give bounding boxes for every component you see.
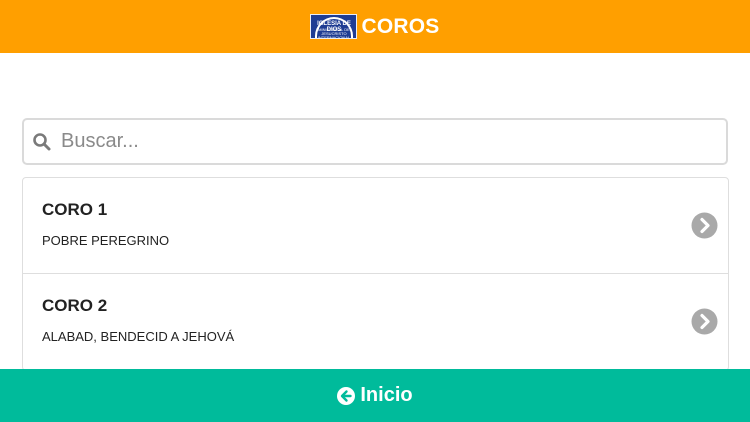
page-title: COROS bbox=[361, 14, 440, 38]
list-item-coro-2[interactable]: CORO 2 ALABAD, BENDECID A JEHOVÁ bbox=[23, 274, 728, 370]
chevron-right-circle-icon[interactable] bbox=[691, 308, 718, 335]
item-subtitle: ALABAD, BENDECID A JEHOVÁ bbox=[42, 329, 235, 344]
search-icon bbox=[33, 132, 51, 150]
home-button-label: Inicio bbox=[360, 384, 413, 406]
item-title: CORO 1 bbox=[42, 200, 108, 219]
app-header: IGLESIA DE DIOS MINISTERIAL DE JESUCRIST… bbox=[0, 0, 750, 53]
home-button[interactable]: Inicio bbox=[0, 369, 750, 422]
church-logo: IGLESIA DE DIOS MINISTERIAL DE JESUCRIST… bbox=[310, 14, 358, 39]
search-input[interactable] bbox=[61, 130, 701, 153]
item-subtitle: POBRE PEREGRINO bbox=[42, 233, 170, 248]
search-bar[interactable] bbox=[22, 118, 728, 165]
list-item-coro-1[interactable]: CORO 1 POBRE PEREGRINO bbox=[23, 178, 728, 274]
arrow-left-circle-icon bbox=[337, 386, 356, 405]
coros-list: CORO 1 POBRE PEREGRINO CORO 2 ALABAD, BE… bbox=[22, 177, 729, 371]
logo-line2: MINISTERIAL DE JESUCRISTO INTERNACIONAL bbox=[317, 27, 351, 39]
item-title: CORO 2 bbox=[42, 296, 108, 315]
chevron-right-circle-icon[interactable] bbox=[691, 212, 718, 239]
